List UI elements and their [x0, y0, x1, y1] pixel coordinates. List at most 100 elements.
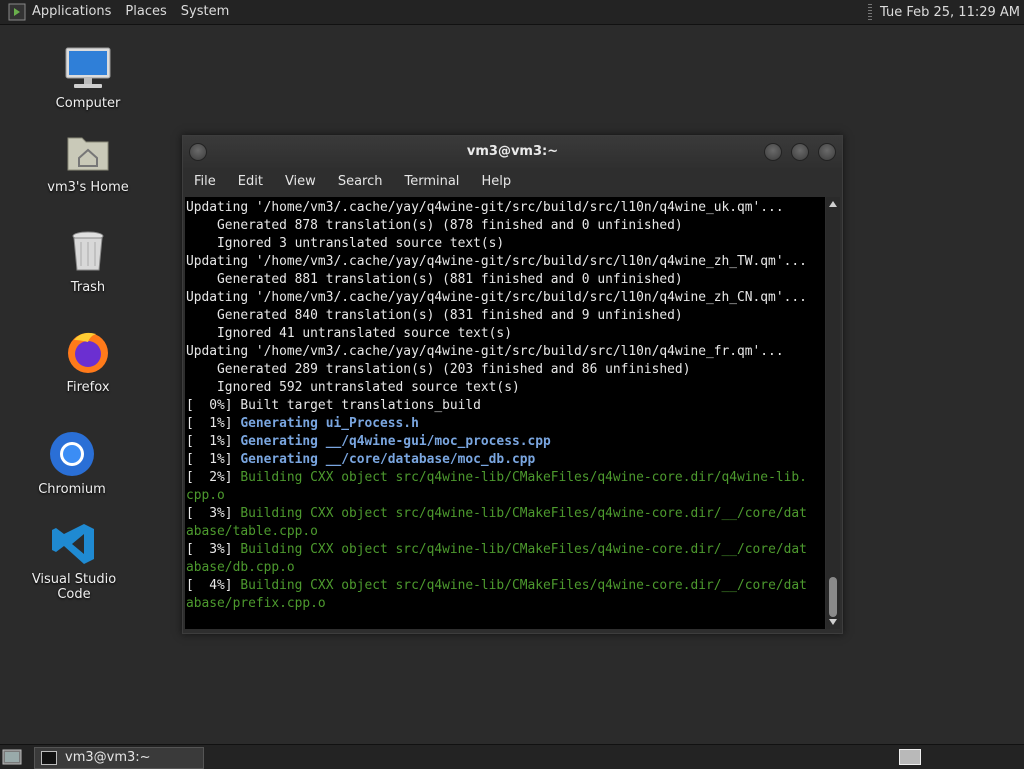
terminal-line: [ 1%] Generating __/q4wine-gui/moc_proce… [186, 433, 825, 451]
top-panel: Applications Places System Tue Feb 25, 1… [0, 0, 1024, 25]
scroll-down-arrow-icon[interactable] [829, 619, 837, 625]
scroll-thumb[interactable] [829, 577, 837, 617]
menu-help[interactable]: Help [470, 168, 522, 196]
terminal-menubar: File Edit View Search Terminal Help [183, 168, 842, 196]
line-text: Generating __/core/database/moc_db.cpp [240, 452, 536, 467]
progress-prefix: [ 3%] [186, 542, 241, 557]
firefox-icon [68, 332, 108, 373]
menu-search[interactable]: Search [327, 168, 394, 196]
taskbar-window-label: vm3@vm3:~ [65, 750, 151, 765]
desktop-label-home: vm3's Home [47, 180, 129, 195]
progress-prefix: [ 1%] [186, 434, 241, 449]
menu-places[interactable]: Places [119, 0, 174, 24]
terminal-text[interactable]: Updating '/home/vm3/.cache/yay/q4wine-gi… [185, 197, 825, 613]
progress-prefix: [ 3%] [186, 506, 241, 521]
terminal-line: Generated 289 translation(s) (203 finish… [186, 361, 825, 379]
scroll-up-arrow-icon[interactable] [829, 201, 837, 207]
desktop-icon-trash[interactable]: Trash [28, 228, 148, 295]
top-menu: Applications Places System [0, 0, 237, 24]
window-menu-button[interactable] [189, 143, 207, 161]
window-title: vm3@vm3:~ [466, 144, 559, 159]
terminal-icon [41, 751, 57, 765]
show-desktop-icon[interactable] [2, 748, 22, 766]
line-text: Built target translations_build [240, 398, 481, 413]
vscode-icon [52, 524, 94, 564]
panel-separator [868, 4, 872, 20]
line-text: Generating __/q4wine-gui/moc_process.cpp [240, 434, 551, 449]
terminal-line: Updating '/home/vm3/.cache/yay/q4wine-gi… [186, 343, 825, 361]
line-text: abase/prefix.cpp.o [186, 596, 326, 611]
menu-terminal[interactable]: Terminal [393, 168, 470, 196]
menu-view[interactable]: View [274, 168, 327, 196]
terminal-output[interactable]: Updating '/home/vm3/.cache/yay/q4wine-gi… [185, 197, 825, 629]
terminal-scrollbar[interactable] [826, 197, 840, 629]
line-text: Generated 878 translation(s) (878 finish… [186, 218, 683, 233]
line-text: Updating '/home/vm3/.cache/yay/q4wine-gi… [186, 290, 807, 305]
desktop-label-trash: Trash [70, 280, 106, 295]
line-text: Building CXX object src/q4wine-lib/CMake… [240, 578, 807, 593]
desktop-icon-firefox[interactable]: Firefox [28, 328, 148, 395]
terminal-line: [ 1%] Generating __/core/database/moc_db… [186, 451, 825, 469]
progress-prefix: [ 4%] [186, 578, 241, 593]
workspace-switcher[interactable] [899, 749, 921, 765]
terminal-window[interactable]: vm3@vm3:~ File Edit View Search Terminal… [182, 135, 843, 634]
terminal-line: [ 0%] Built target translations_build [186, 397, 825, 415]
progress-prefix: [ 2%] [186, 470, 241, 485]
progress-prefix: [ 1%] [186, 416, 241, 431]
applications-icon[interactable] [8, 3, 26, 21]
menu-applications[interactable]: Applications [32, 0, 119, 24]
terminal-line: [ 2%] Building CXX object src/q4wine-lib… [186, 469, 825, 487]
bottom-panel: vm3@vm3:~ [0, 744, 1024, 769]
desktop-icon-computer[interactable]: Computer [28, 44, 148, 111]
line-text: Generated 881 translation(s) (881 finish… [186, 272, 683, 287]
window-titlebar[interactable]: vm3@vm3:~ [183, 136, 842, 168]
desktop-label-vscode: Visual Studio Code [31, 572, 117, 602]
desktop-icon-home[interactable]: vm3's Home [28, 128, 148, 195]
line-text: cpp.o [186, 488, 225, 503]
terminal-line: abase/db.cpp.o [186, 559, 825, 577]
minimize-button[interactable] [764, 143, 782, 161]
terminal-line: Generated 878 translation(s) (878 finish… [186, 217, 825, 235]
line-text: Building CXX object src/q4wine-lib/CMake… [240, 470, 807, 485]
menu-file[interactable]: File [183, 168, 227, 196]
terminal-line: cpp.o [186, 487, 825, 505]
trash-icon [72, 231, 104, 271]
taskbar-window-button[interactable]: vm3@vm3:~ [34, 747, 204, 769]
terminal-line: [ 3%] Building CXX object src/q4wine-lib… [186, 505, 825, 523]
menu-system[interactable]: System [175, 0, 237, 24]
progress-prefix: [ 0%] [186, 398, 241, 413]
line-text: Ignored 3 untranslated source text(s) [186, 236, 505, 251]
progress-prefix: [ 1%] [186, 452, 241, 467]
computer-icon [65, 47, 111, 88]
terminal-line: abase/prefix.cpp.o [186, 595, 825, 613]
line-text: Generated 289 translation(s) (203 finish… [186, 362, 691, 377]
terminal-line: Ignored 41 untranslated source text(s) [186, 325, 825, 343]
terminal-line: Ignored 3 untranslated source text(s) [186, 235, 825, 253]
maximize-button[interactable] [791, 143, 809, 161]
terminal-line: abase/table.cpp.o [186, 523, 825, 541]
desktop-icon-chromium[interactable]: Chromium [12, 430, 132, 497]
terminal-line: [ 3%] Building CXX object src/q4wine-lib… [186, 541, 825, 559]
clock[interactable]: Tue Feb 25, 11:29 AM [880, 5, 1020, 20]
line-text: Generating ui_Process.h [240, 416, 419, 431]
clock-area: Tue Feb 25, 11:29 AM [868, 0, 1020, 24]
desktop-label-firefox: Firefox [66, 380, 110, 395]
terminal-line: Updating '/home/vm3/.cache/yay/q4wine-gi… [186, 199, 825, 217]
line-text: Updating '/home/vm3/.cache/yay/q4wine-gi… [186, 254, 807, 269]
line-text: Generated 840 translation(s) (831 finish… [186, 308, 683, 323]
close-button[interactable] [818, 143, 836, 161]
terminal-line: Ignored 592 untranslated source text(s) [186, 379, 825, 397]
line-text: Ignored 592 untranslated source text(s) [186, 380, 520, 395]
terminal-line: Updating '/home/vm3/.cache/yay/q4wine-gi… [186, 289, 825, 307]
terminal-line: [ 1%] Generating ui_Process.h [186, 415, 825, 433]
line-text: Ignored 41 untranslated source text(s) [186, 326, 512, 341]
terminal-line: Updating '/home/vm3/.cache/yay/q4wine-gi… [186, 253, 825, 271]
line-text: Updating '/home/vm3/.cache/yay/q4wine-gi… [186, 344, 784, 359]
desktop-label-computer: Computer [55, 96, 121, 111]
home-folder-icon [67, 137, 109, 171]
line-text: abase/table.cpp.o [186, 524, 318, 539]
menu-edit[interactable]: Edit [227, 168, 274, 196]
desktop-icon-vscode[interactable]: Visual Studio Code [14, 520, 134, 602]
desktop-label-chromium: Chromium [38, 482, 106, 497]
terminal-line: Generated 881 translation(s) (881 finish… [186, 271, 825, 289]
